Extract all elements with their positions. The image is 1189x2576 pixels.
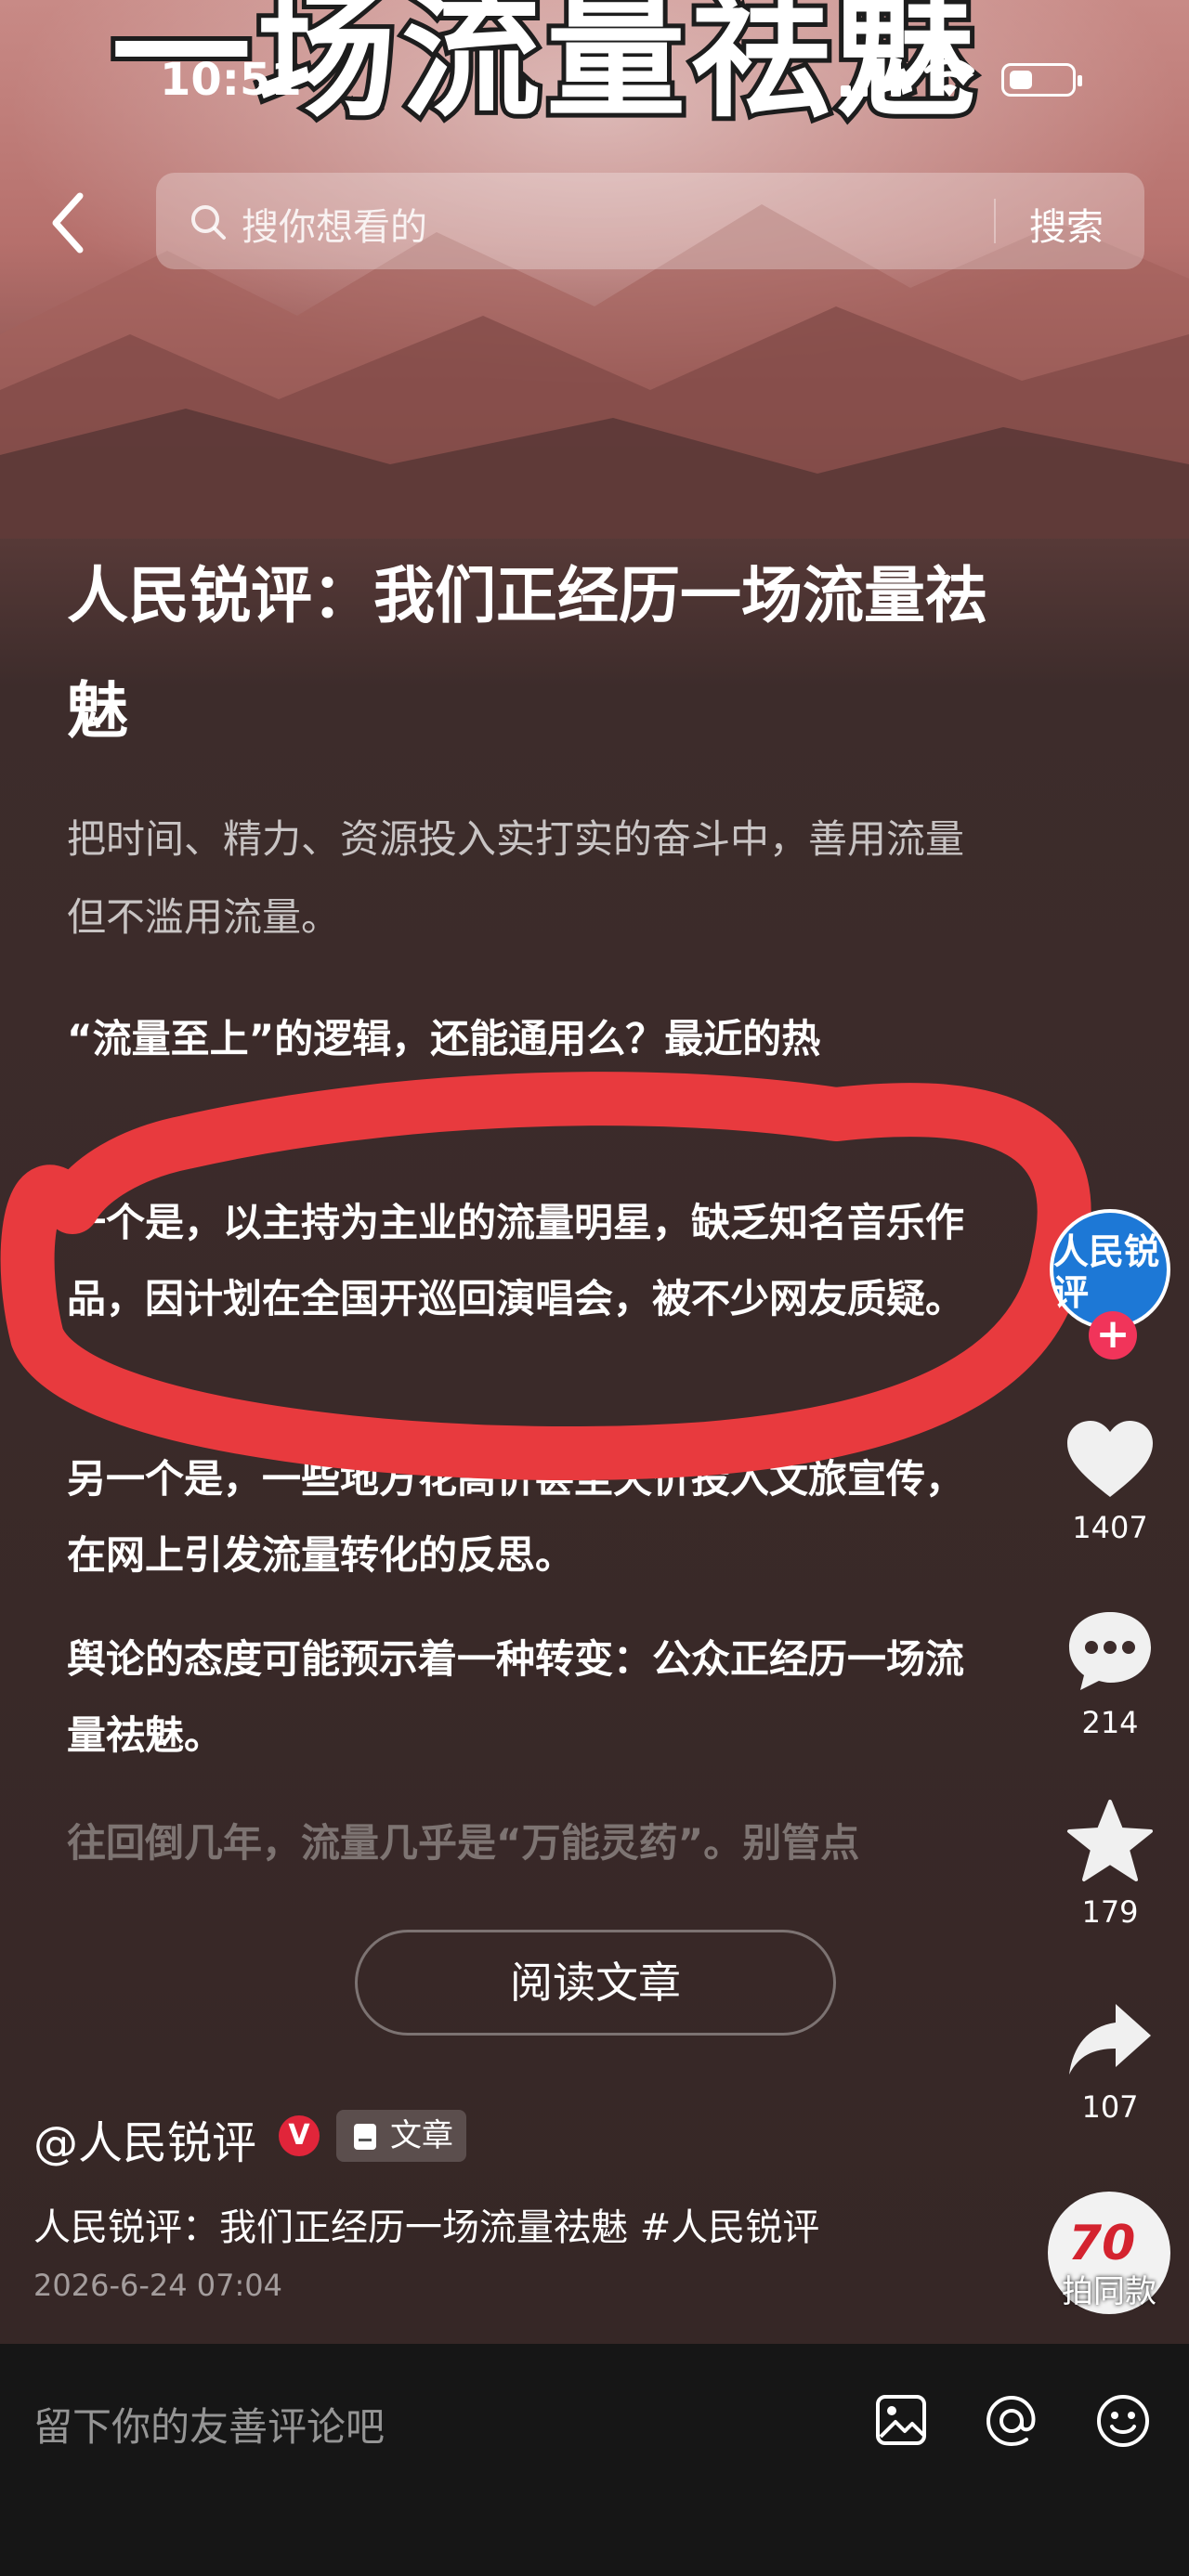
comment-input[interactable]: 留下你的友善评论吧 [33, 2396, 385, 2452]
article-subtitle: 把时间、精力、资源投入实打实的奋斗中，善用流量但不滥用流量。 [67, 816, 965, 940]
at-icon[interactable] [983, 2392, 1040, 2450]
article-header: 人民锐评：我们正经历一场流量祛魅 把时间、精力、资源投入实打实的奋斗中，善用流量… [67, 539, 996, 956]
read-article-button[interactable]: 阅读文章 [355, 1930, 836, 2036]
status-bar: 10:51 [0, 37, 1189, 111]
share-icon[interactable] [1065, 2000, 1155, 2078]
post-caption[interactable]: 人民锐评：我们正经历一场流量祛魅 #人民锐评 [33, 2197, 819, 2251]
search-divider [994, 199, 996, 243]
comment-bar: 留下你的友善评论吧 [0, 2344, 1189, 2576]
heart-icon[interactable] [1065, 1419, 1155, 1499]
emoji-icon[interactable] [1094, 2392, 1152, 2450]
cellular-signal-icon [841, 63, 901, 97]
share-action[interactable]: 107 [1050, 2000, 1170, 2125]
same-style-label[interactable]: 拍同款 [1048, 2266, 1170, 2311]
like-count: 1407 [1072, 1510, 1148, 1545]
post-date: 2026-6-24 07:04 [33, 2268, 282, 2303]
follow-button[interactable]: + [1089, 1311, 1137, 1360]
article-title: 人民锐评：我们正经历一场流量祛魅 [67, 560, 986, 747]
author-name[interactable]: @人民锐评 [33, 2106, 256, 2171]
battery-icon [1001, 63, 1082, 97]
share-count: 107 [1081, 2089, 1139, 2125]
comment-icon[interactable] [1065, 1608, 1155, 1694]
document-icon [354, 2124, 376, 2150]
search-button[interactable]: 搜索 [1029, 197, 1104, 251]
comment-action[interactable]: 214 [1050, 1608, 1170, 1740]
favorite-count: 179 [1081, 1894, 1139, 1930]
like-action[interactable]: 1407 [1050, 1419, 1170, 1545]
music-logo: 70 [1068, 2216, 1136, 2271]
status-clock: 10:51 [160, 54, 302, 106]
search-input[interactable]: 搜你想看的 [242, 197, 427, 251]
image-icon[interactable] [873, 2392, 929, 2448]
comment-count: 214 [1081, 1705, 1139, 1740]
tag-label: 文章 [390, 2117, 453, 2154]
wifi-icon [924, 59, 974, 97]
back-icon[interactable] [45, 190, 91, 255]
article-paragraph: 舆论的态度可能预示着一种转变：公众正经历一场流量祛魅。 [67, 1636, 965, 1758]
article-paragraph-faded: 往回倒几年，流量几乎是“万能灵药”。别管点 [67, 1820, 860, 1866]
favorite-action[interactable]: 179 [1050, 1798, 1170, 1930]
author-avatar[interactable]: 人民锐评 + [1050, 1209, 1170, 1367]
red-circle-annotation [0, 1072, 1091, 1480]
star-icon[interactable] [1065, 1798, 1155, 1883]
search-bar[interactable]: 搜你想看的 搜索 [156, 173, 1144, 269]
verified-badge: V [279, 2115, 320, 2156]
content-type-tag: 文章 [336, 2110, 466, 2162]
search-icon [191, 205, 226, 240]
